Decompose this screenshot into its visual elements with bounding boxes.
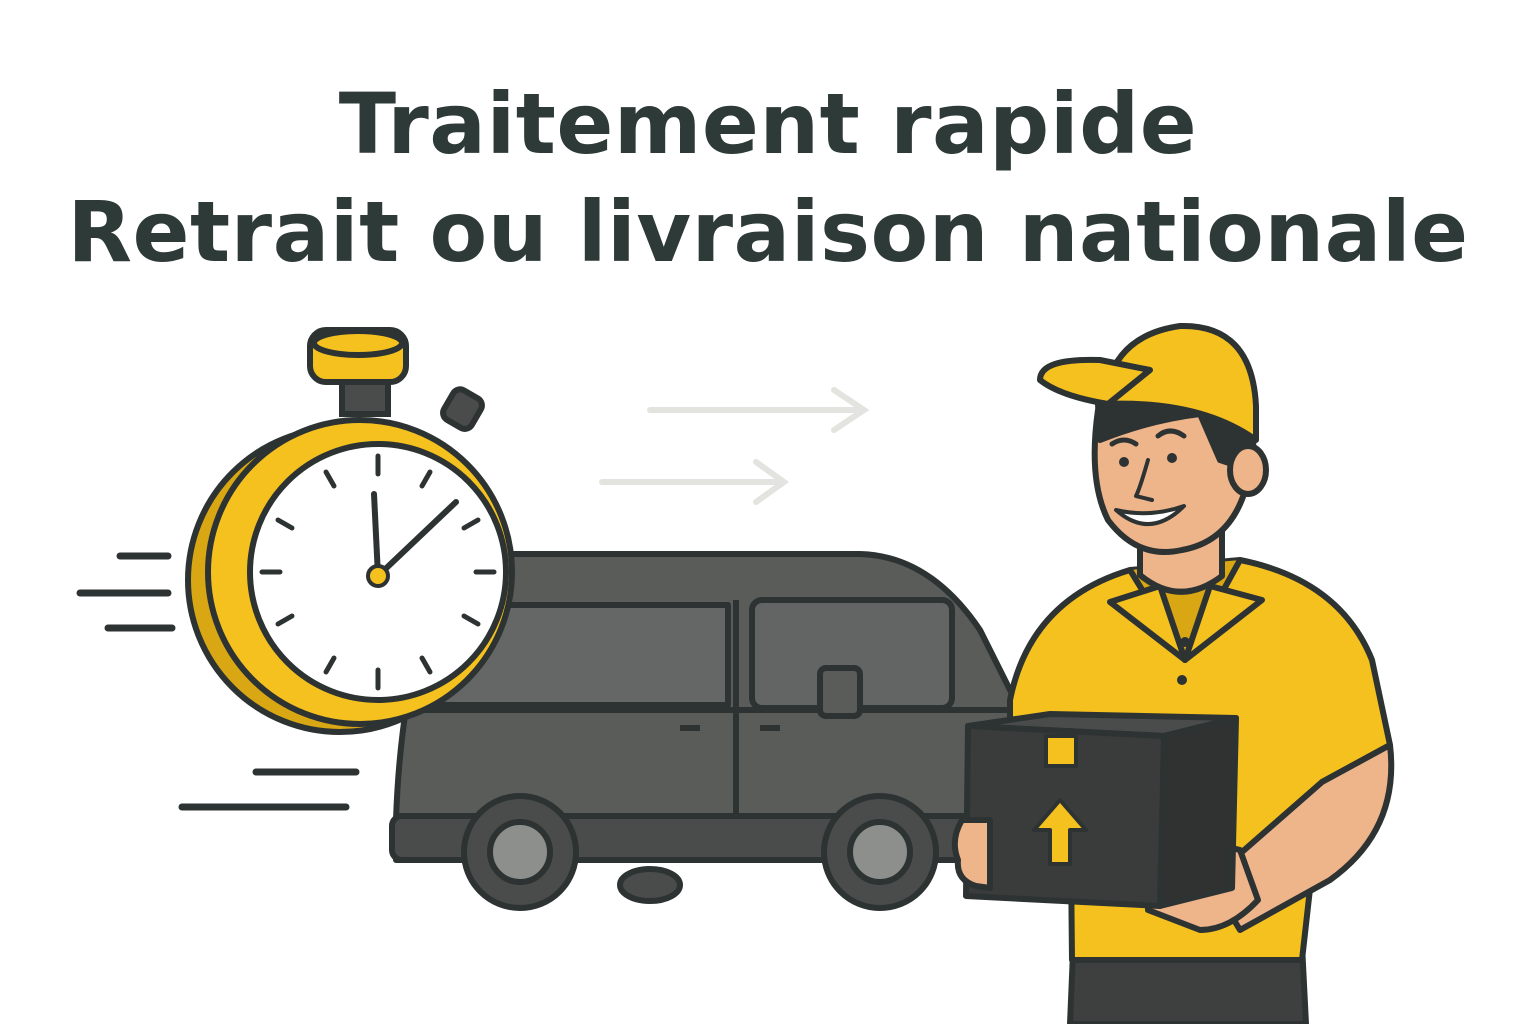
speed-arrows-icon bbox=[599, 387, 870, 505]
courier-figure bbox=[1007, 322, 1395, 1024]
parcel-box-icon bbox=[951, 711, 1239, 909]
stopwatch-icon bbox=[185, 327, 515, 735]
delivery-illustration bbox=[76, 322, 1395, 1024]
